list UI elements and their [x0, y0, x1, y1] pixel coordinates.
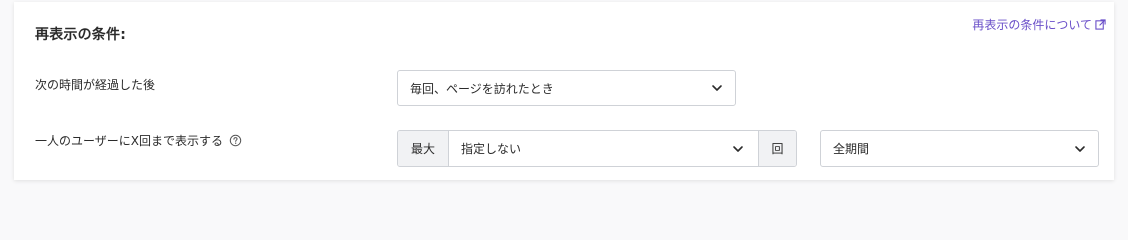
external-link-icon [1095, 19, 1106, 30]
period-select[interactable]: 全期間 [820, 130, 1099, 167]
chevron-down-icon [1075, 145, 1085, 152]
question-circle-icon[interactable] [229, 134, 242, 147]
chevron-down-icon [712, 85, 722, 91]
select-value: 指定しない [461, 142, 522, 156]
row-label-text: 一人のユーザーにX回まで表示する [35, 134, 223, 148]
redisplay-conditions-card: 再表示の条件: 再表示の条件について 次の時間が経過した後 毎回、ページを訪れた… [14, 2, 1114, 180]
max-display-count-select[interactable]: 指定しない [449, 131, 758, 166]
section-title: 再表示の条件: [35, 27, 126, 43]
max-display-count-group: 最大 指定しない 回 [397, 130, 797, 167]
select-value: 全期間 [833, 142, 870, 156]
help-link[interactable]: 再表示の条件について [972, 16, 1106, 33]
prefix-addon: 最大 [398, 131, 449, 166]
suffix-addon: 回 [758, 131, 796, 166]
row-label-time-elapsed: 次の時間が経過した後 [35, 76, 155, 93]
time-elapsed-select[interactable]: 毎回、ページを訪れたとき [397, 70, 736, 106]
select-value: 毎回、ページを訪れたとき [410, 81, 554, 96]
help-link-label: 再表示の条件について [972, 18, 1092, 32]
chevron-down-icon [733, 145, 743, 152]
row-label-max-display: 一人のユーザーにX回まで表示する [35, 132, 242, 149]
row-label-text: 次の時間が経過した後 [35, 78, 156, 92]
